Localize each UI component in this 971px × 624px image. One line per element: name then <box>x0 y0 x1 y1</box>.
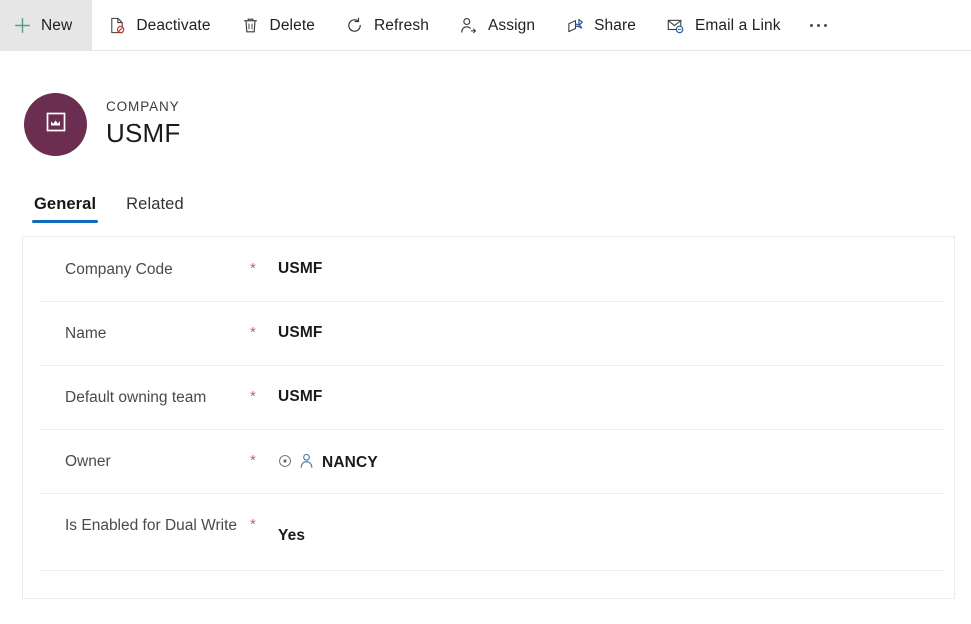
command-bar: New Deactivate Delete Refresh Assign Sha… <box>0 0 971 51</box>
required-indicator: * <box>250 388 256 405</box>
field-label-is-enabled-for-dual-write: Is Enabled for Dual Write <box>65 517 238 534</box>
trash-icon <box>241 16 261 36</box>
record-entity-label: COMPANY <box>106 99 180 114</box>
assign-user-icon <box>459 16 479 36</box>
tab-general[interactable]: General <box>22 189 108 225</box>
new-button[interactable]: New <box>0 0 93 51</box>
field-value-text: Yes <box>278 527 306 544</box>
refresh-button[interactable]: Refresh <box>330 0 444 51</box>
field-value-default-owning-team[interactable]: USMF <box>278 365 323 406</box>
field-value-owner[interactable]: NANCY <box>278 429 378 474</box>
page-title: USMF <box>106 118 181 148</box>
field-label-company-code: Company Code <box>65 261 173 278</box>
field-value-name[interactable]: USMF <box>278 301 323 342</box>
email-a-link-button[interactable]: Email a Link <box>651 0 796 51</box>
person-icon <box>298 452 315 474</box>
field-label-owner: Owner <box>65 453 111 470</box>
share-icon <box>565 16 585 36</box>
share-button-label: Share <box>594 16 636 34</box>
field-row-owner: Owner * NANCY <box>23 429 954 493</box>
email-a-link-button-label: Email a Link <box>694 16 781 34</box>
avatar <box>24 92 87 156</box>
field-row-company-code: Company Code * USMF <box>23 237 954 301</box>
tab-list: General Related <box>0 169 971 225</box>
email-link-icon <box>666 16 686 36</box>
field-value-text: USMF <box>278 324 323 341</box>
plus-icon <box>12 16 32 36</box>
required-indicator: * <box>250 260 256 277</box>
required-indicator: * <box>250 516 256 533</box>
field-row-name: Name * USMF <box>23 301 954 365</box>
field-value-text: NANCY <box>322 454 378 471</box>
field-value-text: USMF <box>278 388 323 405</box>
field-row-default-owning-team: Default owning team * USMF <box>23 365 954 429</box>
field-label-default-owning-team: Default owning team <box>65 389 207 406</box>
owner-lookup-icons <box>278 452 315 474</box>
general-form-card: Company Code * USMF Name * USMF Default … <box>22 236 955 599</box>
field-label-name: Name <box>65 325 107 342</box>
field-value-is-enabled-for-dual-write[interactable]: Yes <box>278 493 305 545</box>
deactivate-button-label: Deactivate <box>136 16 211 34</box>
tab-related[interactable]: Related <box>114 189 196 225</box>
new-button-label: New <box>41 16 73 34</box>
refresh-button-label: Refresh <box>373 16 429 34</box>
assign-button-label: Assign <box>487 16 536 34</box>
more-commands-button[interactable] <box>796 0 844 51</box>
assign-button[interactable]: Assign <box>444 0 550 51</box>
deactivate-button[interactable]: Deactivate <box>92 0 225 51</box>
recent-record-icon <box>278 454 292 473</box>
delete-button[interactable]: Delete <box>226 0 330 51</box>
company-icon <box>42 108 70 141</box>
field-value-text: USMF <box>278 260 323 277</box>
share-button[interactable]: Share <box>550 0 651 51</box>
required-indicator: * <box>250 324 256 341</box>
field-row-is-enabled-for-dual-write: Is Enabled for Dual Write * Yes <box>23 493 954 571</box>
ellipsis-icon <box>809 23 828 28</box>
required-indicator: * <box>250 452 256 469</box>
deactivate-icon <box>107 16 127 36</box>
record-header: COMPANY USMF <box>0 51 971 169</box>
field-value-company-code[interactable]: USMF <box>278 237 323 278</box>
refresh-icon <box>345 16 365 36</box>
delete-button-label: Delete <box>269 16 315 34</box>
